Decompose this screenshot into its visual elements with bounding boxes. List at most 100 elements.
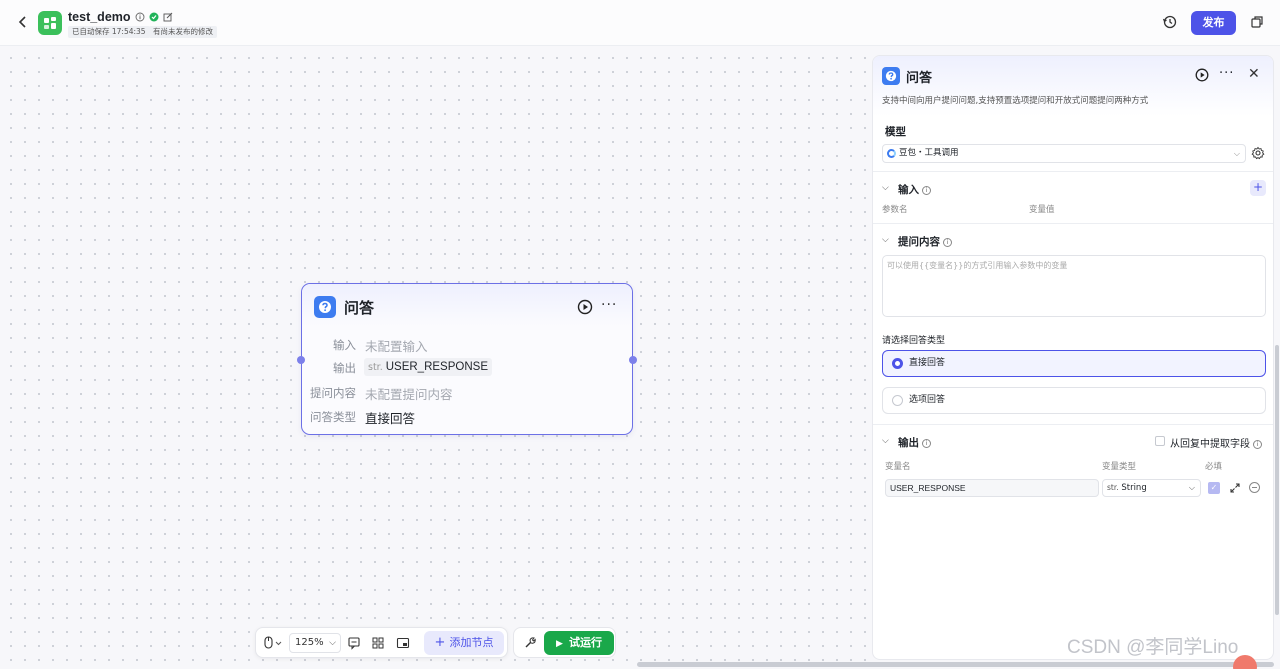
input-section-title: 输入 i xyxy=(898,182,931,197)
required-header: 必填 xyxy=(1205,462,1223,472)
run-node-icon[interactable] xyxy=(1194,67,1210,83)
app-logo-icon xyxy=(38,11,62,35)
app-title: test_demo xyxy=(68,10,173,24)
top-bar: test_demo 已自动保存 17:54:35 有尚未发布的修改 发布 xyxy=(0,0,1280,46)
node-row-input: 输入 未配置输入 xyxy=(302,335,632,354)
chevron-down-icon: ⌵ xyxy=(1233,149,1240,158)
required-checkbox[interactable]: ✓ xyxy=(1208,482,1220,494)
zoom-select[interactable]: 125% ⌵ xyxy=(289,633,341,653)
panel-header xyxy=(873,56,1273,116)
var-name-header: 变量名 xyxy=(885,462,911,472)
zoom-value: 125% xyxy=(295,637,324,648)
more-options-icon[interactable]: ··· xyxy=(601,298,619,314)
radio-selected[interactable] xyxy=(892,358,903,369)
more-options-icon[interactable]: ··· xyxy=(1219,66,1234,81)
edit-icon[interactable] xyxy=(163,12,173,22)
node-row-answer-type: 问答类型 直接回答 xyxy=(302,407,632,426)
output-chip: str. USER_RESPONSE xyxy=(364,358,492,376)
divider xyxy=(873,223,1273,224)
extract-label-text: 从回复中提取字段 xyxy=(1170,439,1250,450)
extract-fields-label: 从回复中提取字段 i xyxy=(1170,435,1262,450)
info-icon[interactable]: i xyxy=(922,439,931,448)
answer-type-label: 请选择回答类型 xyxy=(882,336,946,346)
model-section-title: 模型 xyxy=(885,126,906,138)
info-icon[interactable]: i xyxy=(922,186,931,195)
publish-button[interactable]: 发布 xyxy=(1191,11,1236,35)
expand-icon[interactable] xyxy=(1229,482,1241,494)
info-icon[interactable] xyxy=(135,12,145,22)
remove-icon[interactable] xyxy=(1249,482,1260,493)
row-value: 未配置输入 xyxy=(365,339,428,354)
verified-icon xyxy=(149,12,159,22)
question-icon xyxy=(882,67,900,85)
extract-fields-checkbox[interactable] xyxy=(1155,436,1165,446)
close-icon[interactable]: ✕ xyxy=(1248,66,1260,82)
unpublished-status: 有尚未发布的修改 xyxy=(149,26,217,38)
radio-unselected[interactable] xyxy=(892,395,903,406)
run-toolbar: ▶ 试运行 xyxy=(513,627,616,658)
input-title-text: 输入 xyxy=(898,184,919,196)
plus-icon: + xyxy=(434,635,446,650)
type-tag: str. xyxy=(1107,483,1119,492)
chevron-down-icon: ⌵ xyxy=(1188,483,1195,492)
history-icon[interactable] xyxy=(1161,13,1179,31)
gear-icon[interactable] xyxy=(1251,146,1265,160)
comment-icon[interactable] xyxy=(346,635,362,651)
prompt-section-title: 提问内容 i xyxy=(898,234,952,249)
output-title-text: 输出 xyxy=(898,437,919,449)
model-select[interactable]: 豆包・工具调用 ⌵ xyxy=(882,144,1246,163)
collapse-chevron-icon[interactable]: ⌵ xyxy=(882,235,889,245)
info-icon[interactable]: i xyxy=(943,238,952,247)
param-name-header: 参数名 xyxy=(882,205,908,215)
node-settings-panel: 问答 ··· ✕ 支持中间向用户提问问题,支持预置选项提问和开放式问题提问两种方… xyxy=(872,55,1274,660)
collapse-chevron-icon[interactable]: ⌵ xyxy=(882,436,889,446)
row-label: 提问内容 xyxy=(310,386,356,400)
type-value: String xyxy=(1121,483,1147,493)
output-port[interactable] xyxy=(629,356,637,364)
prompt-title-text: 提问内容 xyxy=(898,236,940,248)
layout-icon[interactable] xyxy=(370,635,386,651)
output-section-title: 输出 i xyxy=(898,435,931,450)
add-node-button[interactable]: + 添加节点 xyxy=(424,631,504,655)
add-node-label: 添加节点 xyxy=(449,636,494,649)
horizontal-scrollbar[interactable] xyxy=(637,662,1274,667)
vertical-scrollbar[interactable] xyxy=(1275,345,1279,615)
question-icon xyxy=(314,296,336,318)
copy-icon[interactable] xyxy=(1248,13,1266,31)
option-label: 选项回答 xyxy=(909,395,946,405)
panel-title: 问答 xyxy=(906,71,933,86)
minimap-icon[interactable] xyxy=(395,635,411,651)
add-param-button[interactable]: + xyxy=(1250,180,1266,196)
back-arrow-icon[interactable] xyxy=(14,13,32,31)
prompt-textarea[interactable]: 可以使用{{变量名}}的方式引用输入参数中的变量 xyxy=(882,255,1266,317)
type-tag: str. xyxy=(368,361,383,373)
divider xyxy=(873,424,1273,425)
output-name: USER_RESPONSE xyxy=(385,361,488,373)
row-value: 直接回答 xyxy=(365,411,416,426)
node-title: 问答 xyxy=(344,299,375,317)
var-type-select[interactable]: str. String ⌵ xyxy=(1102,479,1201,497)
wrench-icon[interactable] xyxy=(522,635,538,651)
run-node-icon[interactable] xyxy=(577,299,593,315)
chevron-down-icon: ⌵ xyxy=(329,638,336,648)
qa-node-card[interactable]: 问答 ··· 输入 未配置输入 输出 str. USER_RESPONSE 提问… xyxy=(297,283,637,435)
option-direct-answer[interactable]: 直接回答 xyxy=(882,350,1266,377)
model-value: 豆包・工具调用 xyxy=(899,148,959,158)
option-choice-answer[interactable]: 选项回答 xyxy=(882,387,1266,414)
canvas-toolbar: 125% ⌵ + 添加节点 xyxy=(255,627,508,658)
app-name: test_demo xyxy=(68,10,131,24)
test-run-button[interactable]: ▶ 试运行 xyxy=(544,631,614,655)
autosave-status: 已自动保存 17:54:35 xyxy=(68,26,150,38)
collapse-chevron-icon[interactable]: ⌵ xyxy=(882,183,889,193)
node-row-output: 输出 str. USER_RESPONSE xyxy=(302,358,632,376)
row-value: 未配置提问内容 xyxy=(365,387,453,402)
input-port[interactable] xyxy=(297,356,305,364)
info-icon[interactable]: i xyxy=(1253,440,1262,449)
option-label: 直接回答 xyxy=(909,358,946,368)
param-value-header: 变量值 xyxy=(1029,205,1055,215)
mouse-mode-icon[interactable] xyxy=(263,635,285,651)
panel-description: 支持中间向用户提问问题,支持预置选项提问和开放式问题提问两种方式 xyxy=(882,96,1149,106)
play-icon: ▶ xyxy=(556,639,563,649)
node-row-prompt: 提问内容 未配置提问内容 xyxy=(302,383,632,402)
var-name-input[interactable]: USER_RESPONSE xyxy=(885,479,1099,497)
